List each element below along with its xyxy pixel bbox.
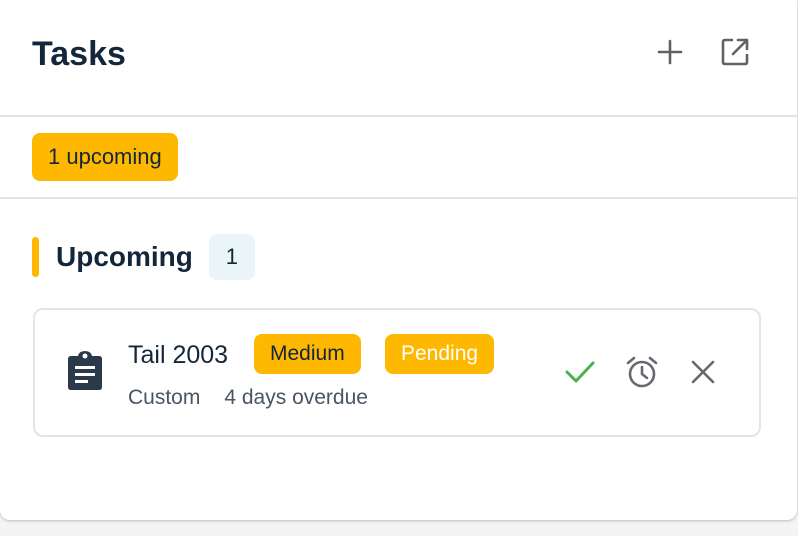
dismiss-task-button[interactable]	[685, 354, 721, 390]
task-due: 4 days overdue	[224, 386, 368, 409]
priority-badge: Medium	[254, 334, 361, 374]
task-meta: Custom 4 days overdue	[128, 384, 368, 412]
upcoming-filter-chip[interactable]: 1 upcoming	[32, 133, 178, 181]
open-in-new-icon	[721, 38, 749, 66]
task-card[interactable]: Tail 2003 Medium Pending Custom 4 days ov…	[33, 308, 761, 437]
plus-icon	[657, 39, 683, 65]
check-icon	[565, 361, 595, 383]
add-task-button[interactable]	[654, 36, 686, 68]
upcoming-section-header: Upcoming 1	[32, 233, 255, 281]
panel-header: Tasks	[0, 0, 797, 117]
tasks-panel: Tasks 1 upcoming Upcoming 1 Tail 2003 Me…	[0, 0, 797, 520]
section-count-badge: 1	[208, 234, 255, 280]
alarm-clock-icon	[626, 356, 658, 388]
snooze-task-button[interactable]	[624, 354, 660, 390]
filter-row: 1 upcoming	[0, 117, 797, 199]
clipboard-icon	[68, 351, 102, 390]
section-accent-bar	[32, 237, 39, 277]
page-title: Tasks	[32, 35, 126, 73]
complete-task-button[interactable]	[562, 354, 598, 390]
task-name: Tail 2003	[128, 341, 229, 369]
task-type: Custom	[128, 386, 201, 409]
status-badge: Pending	[385, 334, 495, 374]
section-title: Upcoming	[56, 241, 193, 272]
open-in-new-button[interactable]	[719, 36, 751, 68]
close-icon	[691, 360, 715, 384]
